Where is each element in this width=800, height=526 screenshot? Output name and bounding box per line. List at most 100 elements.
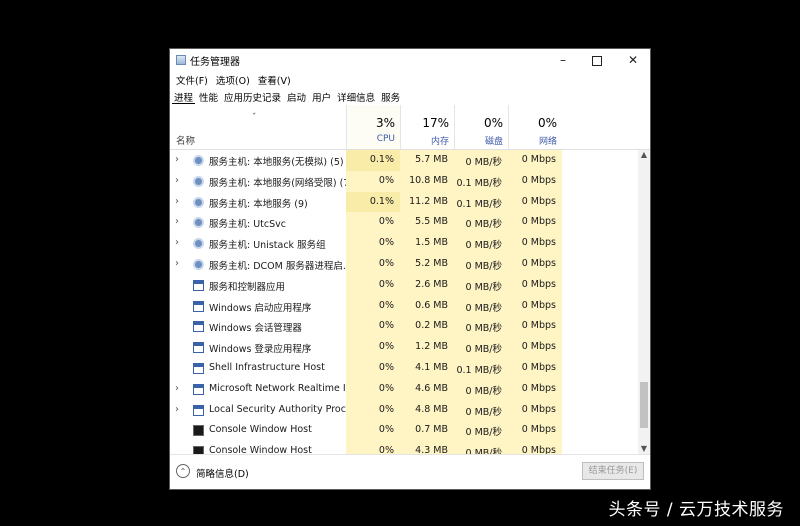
disk-value: 0 MB/秒 [454, 378, 508, 400]
menu-file[interactable]: 文件(F) [172, 71, 212, 87]
tab-services[interactable]: 服务 [379, 88, 402, 104]
disk-value: 0 MB/秒 [454, 420, 508, 442]
collapse-icon[interactable]: ⌃ [176, 464, 190, 478]
network-total: 0% [537, 116, 557, 130]
minimize-button[interactable]: – [546, 49, 580, 71]
expand-chevron-icon[interactable]: › [175, 196, 185, 207]
app-icon [193, 404, 204, 416]
network-value: 0 Mbps [508, 212, 562, 234]
disk-value: 0 MB/秒 [454, 274, 508, 296]
disk-value: 0 MB/秒 [454, 253, 508, 275]
process-row[interactable]: Console Window Host 0% 4.3 MB 0 MB/秒 0 Mbps [170, 441, 638, 454]
app-icon [193, 383, 204, 395]
tab-bar: 进程 性能 应用历史记录 启动 用户 详细信息 服务 [172, 88, 404, 104]
gear-icon [193, 258, 204, 270]
tab-details[interactable]: 详细信息 [335, 88, 377, 104]
memory-value: 1.5 MB [400, 233, 454, 254]
process-list: › 服务主机: 本地服务(无模拟) (5) 0.1% 5.7 MB 0 MB/秒 0 Mb… [170, 150, 638, 454]
cpu-value: 0% [346, 441, 400, 454]
expand-chevron-icon[interactable]: › [175, 216, 185, 227]
process-name: 服务主机: Unistack 服务组 [209, 240, 326, 252]
memory-value: 0.6 MB [400, 295, 454, 317]
tab-app-history[interactable]: 应用历史记录 [222, 88, 283, 104]
disk-value: 0.1 MB/秒 [454, 170, 508, 192]
disk-value: 0 MB/秒 [454, 233, 508, 254]
tab-users[interactable]: 用户 [310, 88, 333, 104]
process-row[interactable]: › 服务主机: UtcSvc 0% 5.5 MB 0 MB/秒 0 Mbps [170, 212, 638, 234]
gear-icon [193, 155, 204, 166]
task-manager-window: 任务管理器 – ✕ 文件(F) 选项(O) 查看(V) 进程 性能 应用历史记录… [169, 48, 651, 490]
memory-value: 10.8 MB [400, 170, 454, 192]
network-value: 0 Mbps [508, 337, 562, 358]
tab-processes[interactable]: 进程 [172, 88, 196, 104]
scroll-up-icon[interactable]: ▲ [638, 150, 650, 160]
expand-chevron-icon[interactable]: › [175, 237, 185, 248]
disk-total: 0% [483, 116, 503, 130]
disk-value: 0.1 MB/秒 [454, 191, 508, 213]
network-value: 0 Mbps [508, 378, 562, 400]
expand-chevron-icon[interactable]: › [175, 383, 185, 394]
name-column-header[interactable]: 名称 [176, 133, 195, 147]
memory-label: 内存 [430, 137, 449, 147]
vertical-scrollbar[interactable]: ▲ ▼ [638, 150, 650, 454]
disk-value: 0.1 MB/秒 [454, 357, 508, 379]
process-row[interactable]: 服务和控制器应用 0% 2.6 MB 0 MB/秒 0 Mbps [170, 274, 638, 296]
gear-icon [193, 217, 204, 229]
network-value: 0 Mbps [508, 150, 562, 171]
tab-startup[interactable]: 启动 [285, 88, 308, 104]
process-name: 服务主机: 本地服务 (9) [209, 198, 308, 210]
process-row[interactable]: › 服务主机: 本地服务(无模拟) (5) 0.1% 5.7 MB 0 MB/秒 0 Mb… [170, 150, 638, 171]
process-row[interactable]: › 服务主机: DCOM 服务器进程启... 0% 5.2 MB 0 MB/秒 0 Mbp… [170, 253, 638, 275]
process-row[interactable]: Windows 会话管理器 0% 0.2 MB 0 MB/秒 0 Mbps [170, 316, 638, 338]
process-row[interactable]: › 服务主机: 本地服务 (9) 0.1% 11.2 MB 0.1 MB/秒 0 Mbps [170, 191, 638, 213]
memory-value: 4.1 MB [400, 357, 454, 379]
process-row[interactable]: Shell Infrastructure Host 0% 4.1 MB 0.1 MB/… [170, 357, 638, 379]
footer: ⌃ 简略信息(D) 结束任务(E) [170, 454, 650, 489]
process-name: Local Security Authority Proc... [209, 403, 346, 415]
menu-options[interactable]: 选项(O) [212, 71, 254, 87]
expand-chevron-icon[interactable]: › [175, 175, 185, 186]
menu-view[interactable]: 查看(V) [254, 71, 295, 87]
scrollbar-thumb[interactable] [640, 382, 648, 428]
maximize-button[interactable] [580, 49, 614, 71]
app-icon [193, 279, 204, 291]
scroll-down-icon[interactable]: ▼ [638, 444, 650, 454]
process-row[interactable]: › Local Security Authority Proc... 0% 4.8 M… [170, 399, 638, 421]
disk-value: 0 MB/秒 [454, 150, 508, 171]
cpu-value: 0% [346, 399, 400, 421]
memory-column-header[interactable]: 17% 内存 [400, 105, 455, 149]
process-name: Windows 启动应用程序 [209, 302, 312, 314]
network-value: 0 Mbps [508, 399, 562, 421]
cpu-value: 0.1% [346, 191, 400, 213]
disk-value: 0 MB/秒 [454, 399, 508, 421]
process-name: 服务主机: 本地服务(无模拟) (5) [209, 157, 344, 168]
process-name: Windows 登录应用程序 [209, 344, 312, 356]
app-icon [193, 321, 204, 333]
process-row[interactable]: › Microsoft Network Realtime I... 0% 4.6 MB… [170, 378, 638, 400]
app-icon [193, 342, 204, 354]
process-row[interactable]: Windows 登录应用程序 0% 1.2 MB 0 MB/秒 0 Mbps [170, 337, 638, 358]
cpu-value: 0% [346, 295, 400, 317]
network-value: 0 Mbps [508, 420, 562, 442]
expand-chevron-icon[interactable]: › [175, 404, 185, 415]
process-row[interactable]: › 服务主机: Unistack 服务组 0% 1.5 MB 0 MB/秒 0 Mbps [170, 233, 638, 254]
memory-value: 4.3 MB [400, 441, 454, 454]
network-column-header[interactable]: 0% 网络 [508, 105, 563, 149]
tab-performance[interactable]: 性能 [197, 88, 220, 104]
process-row[interactable]: Console Window Host 0% 0.7 MB 0 MB/秒 0 Mbps [170, 420, 638, 442]
process-row[interactable]: › 服务主机: 本地服务(网络受限) (7) 0% 10.8 MB 0.1 MB/秒 0 … [170, 170, 638, 192]
close-button[interactable]: ✕ [616, 49, 650, 71]
expand-chevron-icon[interactable]: › [175, 154, 185, 165]
network-value: 0 Mbps [508, 295, 562, 317]
memory-value: 2.6 MB [400, 274, 454, 296]
process-row[interactable]: Windows 启动应用程序 0% 0.6 MB 0 MB/秒 0 Mbps [170, 295, 638, 317]
network-value: 0 Mbps [508, 170, 562, 192]
memory-value: 5.5 MB [400, 212, 454, 234]
fewer-details-link[interactable]: 简略信息(D) [196, 466, 249, 480]
disk-column-header[interactable]: 0% 磁盘 [454, 105, 509, 149]
cpu-column-header[interactable]: 3% CPU [346, 105, 401, 149]
cpu-value: 0% [346, 170, 400, 192]
end-task-button[interactable]: 结束任务(E) [582, 462, 644, 480]
expand-chevron-icon[interactable]: › [175, 258, 185, 269]
cpu-value: 0% [346, 316, 400, 338]
